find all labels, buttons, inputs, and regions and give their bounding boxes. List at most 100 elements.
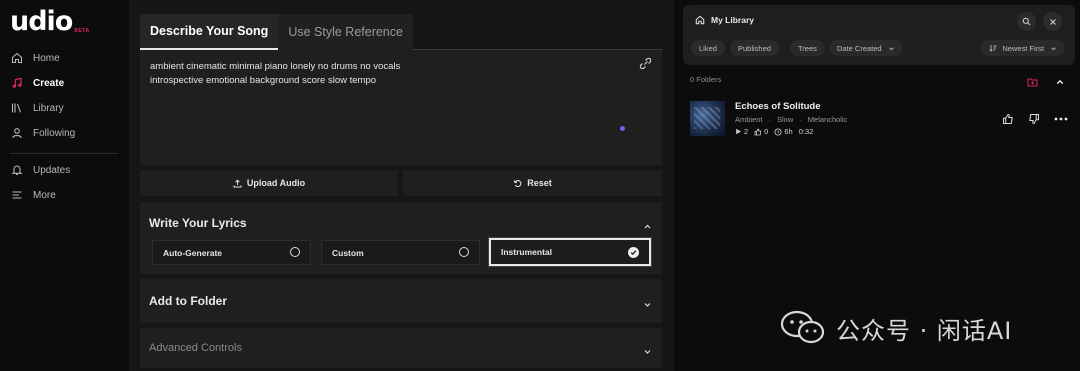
lyrics-title[interactable]: Write Your Lyrics xyxy=(149,216,247,230)
status-dot xyxy=(620,126,625,131)
prompt-line: ambient cinematic minimal piano lonely n… xyxy=(150,61,401,72)
sidebar-divider xyxy=(10,153,118,154)
thumbs-down-icon[interactable] xyxy=(1028,113,1040,125)
library-header: My Library Liked Published Trees Date Cr… xyxy=(683,5,1075,65)
add-to-folder-title: Add to Folder xyxy=(149,294,227,308)
song-tag[interactable]: Ambient xyxy=(735,115,763,124)
song-tags: Ambient · Slow · Melancholic xyxy=(735,115,848,124)
wechat-logo-icon xyxy=(780,310,828,346)
song-stats: 2 0 6h 0:32 xyxy=(735,127,819,136)
sort-label: Newest First xyxy=(1002,43,1044,53)
filter-label: Date Created xyxy=(837,43,882,53)
chevron-down-icon xyxy=(1050,45,1057,52)
chevron-up-icon[interactable] xyxy=(643,218,652,236)
chevron-up-icon[interactable] xyxy=(1055,74,1065,92)
bell-icon xyxy=(10,164,23,177)
search-icon xyxy=(1022,17,1031,26)
check-circle-icon xyxy=(628,247,639,258)
song-tag[interactable]: Slow xyxy=(777,115,793,124)
add-folder-icon[interactable] xyxy=(1027,74,1038,92)
advanced-controls-title: Advanced Controls xyxy=(149,342,242,354)
watermark-text: 公众号 · 闲话AI xyxy=(836,316,1013,345)
folders-count: 0 Folders xyxy=(690,75,722,84)
song-age-value: 6h xyxy=(784,127,793,136)
sidebar-item-create[interactable]: Create xyxy=(10,74,64,92)
more-options-icon[interactable] xyxy=(1054,117,1068,121)
play-count: 2 xyxy=(735,127,748,136)
menu-icon xyxy=(10,189,23,202)
thumbs-up-icon[interactable] xyxy=(1002,113,1014,125)
user-icon xyxy=(10,127,23,140)
upload-audio-button[interactable]: Upload Audio xyxy=(140,170,398,196)
radio-icon xyxy=(290,247,300,257)
chevron-down-icon xyxy=(888,45,895,52)
search-button[interactable] xyxy=(1017,12,1036,31)
sidebar: udio BETA Home Create Library Following … xyxy=(0,0,128,371)
reset-button[interactable]: Reset xyxy=(403,170,662,196)
song-duration: 0:32 xyxy=(798,127,814,136)
prompt-tabs: Describe Your Song Use Style Reference xyxy=(140,14,662,50)
prompt-text[interactable]: ambient cinematic minimal piano lonely n… xyxy=(150,60,620,88)
sidebar-item-label: More xyxy=(33,189,56,201)
sidebar-item-label: Updates xyxy=(33,164,71,176)
sidebar-item-more[interactable]: More xyxy=(10,186,56,204)
folders-row: 0 Folders xyxy=(690,73,1068,87)
home-icon xyxy=(10,52,23,65)
play-icon xyxy=(736,128,741,135)
create-panel: Describe Your Song Use Style Reference a… xyxy=(129,0,674,371)
filter-liked[interactable]: Liked xyxy=(691,40,725,56)
song-actions xyxy=(988,113,1068,125)
tab-describe-your-song[interactable]: Describe Your Song xyxy=(140,14,279,50)
radio-icon xyxy=(459,247,469,257)
lyrics-section: Write Your Lyrics Auto-Generate Custom I… xyxy=(140,202,662,274)
link-icon[interactable] xyxy=(639,57,652,75)
lyrics-option-auto-generate[interactable]: Auto-Generate xyxy=(152,240,311,265)
add-to-folder-section[interactable]: Add to Folder xyxy=(140,279,662,323)
sort-dropdown[interactable]: Newest First xyxy=(981,40,1065,56)
library-title-label: My Library xyxy=(711,15,754,25)
library-icon xyxy=(10,102,23,115)
sidebar-item-following[interactable]: Following xyxy=(10,124,75,142)
sidebar-item-library[interactable]: Library xyxy=(10,99,64,117)
like-count: 0 xyxy=(754,127,768,136)
sidebar-item-label: Library xyxy=(33,102,64,114)
beta-badge: BETA xyxy=(74,28,90,34)
music-note-icon xyxy=(10,77,23,90)
clock-icon xyxy=(774,128,782,135)
upload-icon xyxy=(233,178,242,188)
lyrics-option-label: Auto-Generate xyxy=(163,247,223,258)
sidebar-item-label: Home xyxy=(33,52,60,64)
udio-logo[interactable]: udio BETA xyxy=(10,8,90,36)
song-title[interactable]: Echoes of Solitude xyxy=(735,101,821,112)
sidebar-item-label: Create xyxy=(33,77,65,89)
reset-icon xyxy=(513,179,522,188)
logo-text: udio xyxy=(10,6,73,37)
filter-published[interactable]: Published xyxy=(730,40,779,56)
song-row[interactable]: Echoes of Solitude Ambient · Slow · Mela… xyxy=(690,101,1068,137)
chevron-down-icon xyxy=(643,296,652,314)
prompt-line: introspective emotional background score… xyxy=(150,75,377,86)
sidebar-item-label: Following xyxy=(33,127,76,139)
filter-date-created[interactable]: Date Created xyxy=(829,40,903,56)
lyrics-option-instrumental[interactable]: Instrumental xyxy=(489,238,651,266)
sidebar-item-updates[interactable]: Updates xyxy=(10,161,70,179)
lyrics-option-custom[interactable]: Custom xyxy=(321,240,480,265)
chevron-down-icon xyxy=(643,343,652,361)
upload-audio-label: Upload Audio xyxy=(246,178,306,188)
filter-trees[interactable]: Trees xyxy=(790,40,825,56)
song-cover-art[interactable] xyxy=(690,101,725,136)
reset-label: Reset xyxy=(527,178,552,188)
advanced-controls-section[interactable]: Advanced Controls xyxy=(140,328,662,368)
lyrics-option-label: Custom xyxy=(332,247,364,258)
tab-use-style-reference[interactable]: Use Style Reference xyxy=(278,14,413,50)
song-age: 6h xyxy=(774,127,793,136)
song-tag[interactable]: Melancholic xyxy=(808,115,848,124)
sidebar-item-home[interactable]: Home xyxy=(10,49,60,67)
prompt-textarea[interactable]: ambient cinematic minimal piano lonely n… xyxy=(140,50,662,165)
watermark: 公众号 · 闲话AI xyxy=(780,308,1055,348)
library-title[interactable]: My Library xyxy=(695,15,754,25)
close-icon xyxy=(1049,18,1057,26)
close-button[interactable] xyxy=(1043,12,1062,31)
like-count-value: 0 xyxy=(764,127,769,136)
lyrics-option-label: Instrumental xyxy=(501,247,553,257)
